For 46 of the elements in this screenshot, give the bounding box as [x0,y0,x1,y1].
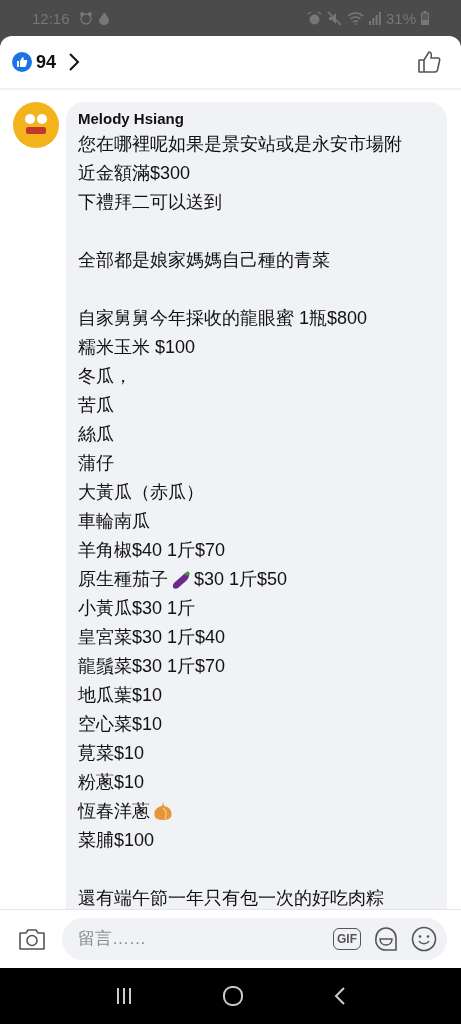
comment-text: 空心菜$10 [78,713,164,736]
comment-text: 皇宮菜$30 1斤$40 [78,626,227,649]
comment-text: 原生種茄子 [78,568,168,591]
comment-text: 地瓜葉$10 [78,684,164,707]
comment-text: 全部都是娘家媽媽自己種的青菜 [78,249,331,272]
comment-text: 恆春洋蔥 [78,800,150,823]
comment-text: 苦瓜 [78,394,115,417]
camera-icon[interactable] [18,927,46,951]
emoji-icon[interactable] [411,926,437,952]
eggplant-icon [170,568,192,591]
comment-text: 車輪南瓜 [78,510,151,533]
sticker-icon[interactable] [373,926,399,952]
comment-text: 近金額滿$300 [78,162,192,185]
comment-text: 下禮拜二可以送到 [78,191,223,214]
like-count: 94 [36,51,57,73]
comment-text: 菜脯$100 [78,829,156,852]
chevron-right-icon[interactable] [68,52,81,72]
avatar-icon [13,102,59,148]
recent-apps-icon[interactable] [114,987,133,1005]
wifi-icon [346,11,364,25]
comment-text: 您在哪裡呢如果是景安站或是永安市場附 [78,133,403,156]
comment-text: 龍鬚菜$30 1斤$70 [78,655,227,678]
comment-text: 羊角椒$40 1斤$70 [78,539,227,562]
comment-text: $30 1斤$50 [194,568,288,591]
comment-text: 絲瓜 [78,423,115,446]
alarm-icon [306,10,322,26]
comment-text: 自家舅舅今年採收的龍眼蜜 1瓶$800 [78,307,369,330]
thumbs-up-icon[interactable] [417,50,441,74]
home-icon[interactable] [222,986,245,1006]
comment-text: 粉蔥$10 [78,771,146,794]
back-icon[interactable] [334,986,347,1006]
like-icon [12,52,32,72]
comment-text: 蒲仔 [78,452,115,475]
battery-icon [421,11,429,25]
author-name[interactable]: Melody Hsiang [78,108,437,130]
comment-text: 冬瓜， [78,365,133,388]
mute-icon [326,10,342,26]
comment-text: 糯米玉米 $100 [78,336,197,359]
comment-input[interactable]: 留言…… GIF [62,918,447,960]
gif-button[interactable]: GIF [333,928,361,950]
signal-icon [368,11,381,25]
comment-text: 大黃瓜（赤瓜） [78,481,205,504]
comment-text: 還有端午節一年只有包一次的好吃肉粽 [78,887,385,909]
comment-text: 小黃瓜$30 1斤 [78,597,197,620]
animal-face-icon [78,11,93,25]
comment-text: 莧菜$10 [78,742,146,765]
